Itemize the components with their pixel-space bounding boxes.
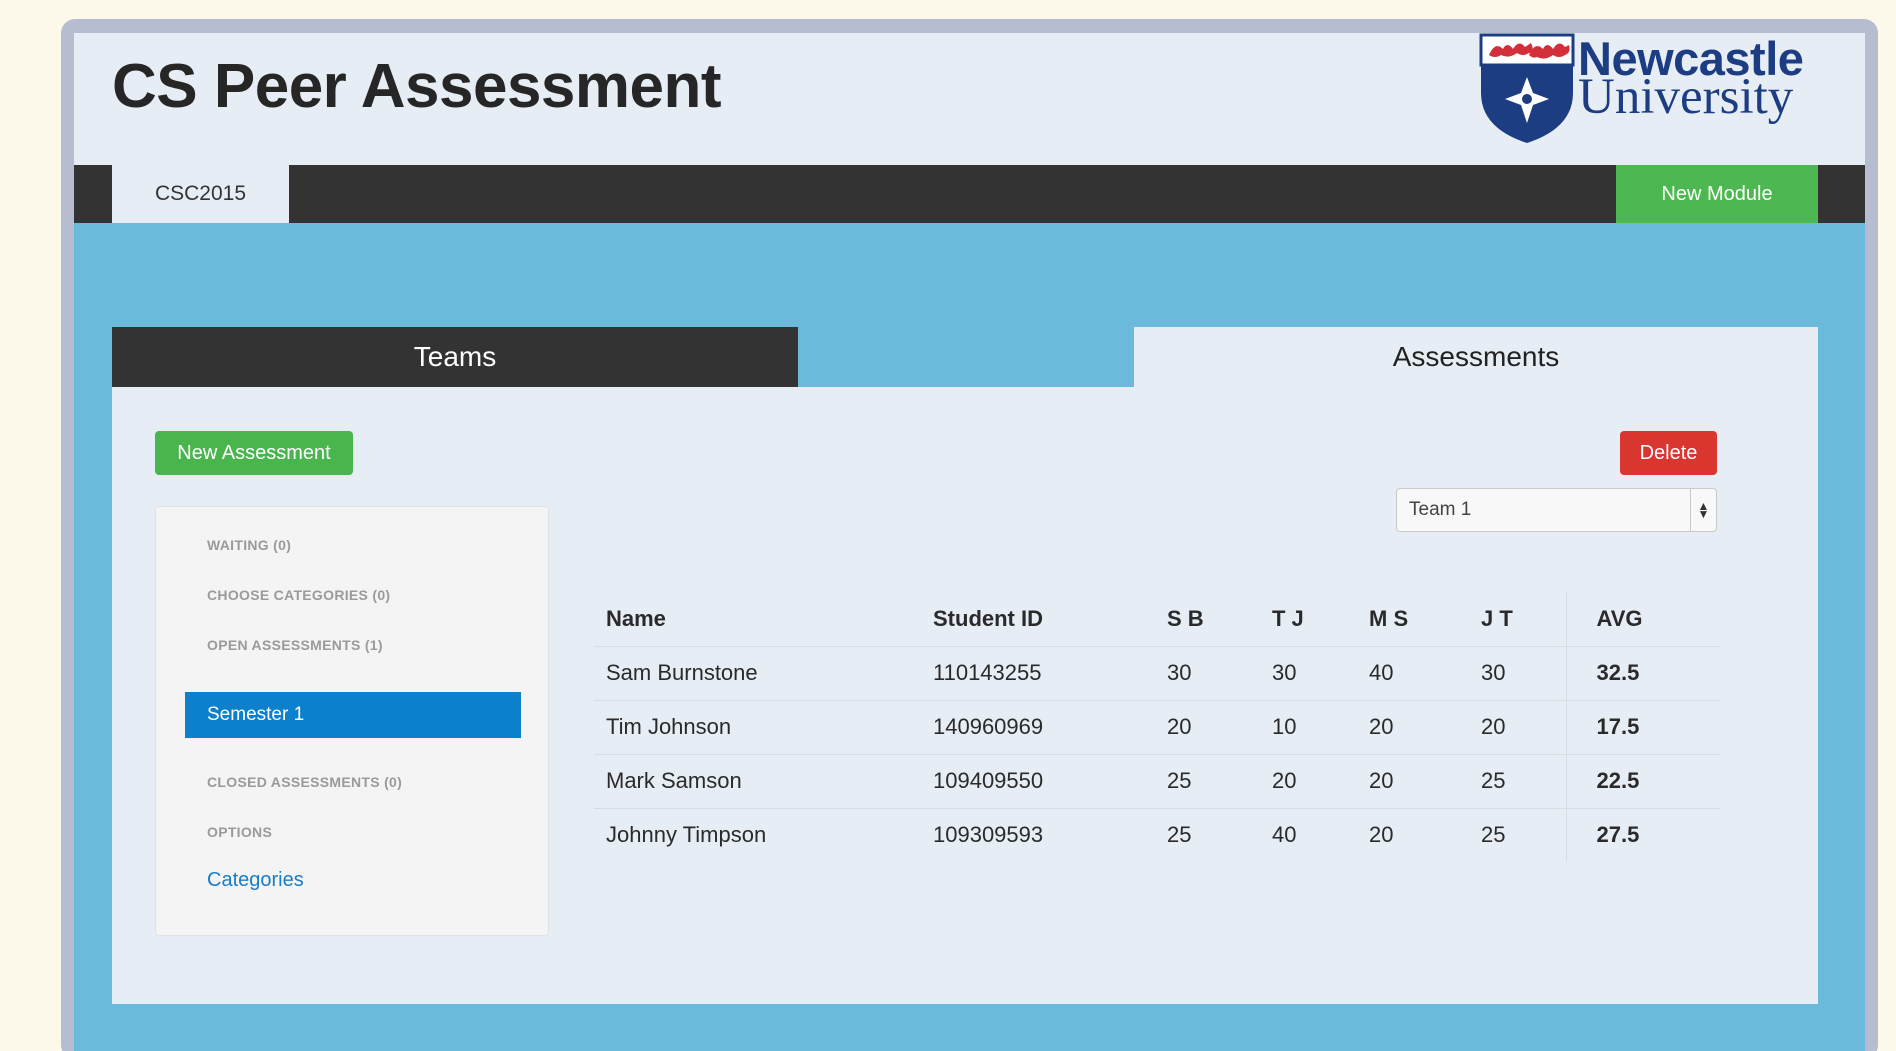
tab-teams[interactable]: Teams — [112, 327, 798, 387]
cell-student-id: 140960969 — [921, 700, 1155, 755]
cell-name: Sam Burnstone — [594, 646, 921, 701]
cell-score: 25 — [1481, 822, 1506, 848]
cell-score: 20 — [1369, 822, 1394, 848]
results-table: Name Student ID S B T J M S J T AVG Sam … — [594, 592, 1720, 862]
column-header-tj: T J — [1260, 592, 1357, 647]
column-header-jt: J T — [1469, 592, 1566, 647]
table-row: Tim Johnson 140960969 20 10 20 20 17.5 — [594, 700, 1720, 755]
cell-score: 25 — [1469, 754, 1566, 809]
sidebar-header-options: OPTIONS — [207, 824, 273, 840]
column-header-ms: M S — [1357, 592, 1469, 647]
cell-score: 30 — [1155, 646, 1260, 701]
cell-avg: 22.5 — [1565, 754, 1720, 809]
sidebar-item-semester-1[interactable]: Semester 1 — [185, 692, 521, 738]
table-row: Johnny Timpson 109309593 25 40 20 25 27.… — [594, 808, 1720, 862]
app-container: CS Peer Assessment Newcastle University … — [74, 32, 1865, 1051]
table-row: Mark Samson 109409550 25 20 20 25 22.5 — [594, 754, 1720, 809]
new-module-button[interactable]: New Module — [1616, 165, 1818, 223]
cell-score: 20 — [1357, 700, 1469, 755]
cell-score: 25 — [1155, 754, 1260, 809]
cell-avg: 17.5 — [1565, 700, 1720, 755]
sidebar-header-open-assessments[interactable]: OPEN ASSESSMENTS (1) — [207, 637, 383, 653]
column-header-name: Name — [594, 592, 921, 647]
tab-assessments[interactable]: Assessments — [1134, 327, 1818, 387]
cell-score: 20 — [1260, 754, 1357, 809]
assessments-panel: New Assessment Delete Team 1 ▲ ▼ WAITING … — [112, 387, 1818, 1004]
column-header-student-id: Student ID — [921, 592, 1155, 647]
logo-text-university: University — [1578, 69, 1794, 125]
sidebar-header-closed-assessments[interactable]: CLOSED ASSESSMENTS (0) — [207, 774, 402, 790]
team-select-value: Team 1 — [1409, 499, 1472, 520]
cell-student-id: 110143255 — [921, 646, 1155, 701]
cell-score: 40 — [1357, 646, 1469, 701]
delete-button[interactable]: Delete — [1620, 431, 1717, 475]
cell-score: 10 — [1260, 700, 1357, 755]
new-assessment-button[interactable]: New Assessment — [155, 431, 353, 475]
cell-score: 30 — [1469, 646, 1566, 701]
page-header: CS Peer Assessment Newcastle University — [74, 32, 1865, 165]
cell-score: 20 — [1469, 700, 1566, 755]
cell-score: 25 — [1167, 822, 1192, 848]
team-select[interactable]: Team 1 ▲ ▼ — [1396, 488, 1717, 532]
assessment-sidebar: WAITING (0) CHOOSE CATEGORIES (0) OPEN A… — [155, 506, 549, 936]
column-header-sb: S B — [1155, 592, 1260, 647]
cell-name: Tim Johnson — [594, 700, 921, 755]
table-row: Sam Burnstone 110143255 30 30 40 30 32.5 — [594, 646, 1720, 701]
sidebar-header-choose-categories[interactable]: CHOOSE CATEGORIES (0) — [207, 587, 390, 603]
app-title: CS Peer Assessment — [112, 52, 722, 121]
cell-student-id: 109309593 — [933, 822, 1044, 848]
cell-avg: 27.5 — [1565, 808, 1720, 862]
categories-link[interactable]: Categories — [207, 869, 304, 892]
shield-icon — [1479, 33, 1575, 143]
sidebar-header-waiting[interactable]: WAITING (0) — [207, 537, 291, 553]
university-logo: Newcastle University — [1477, 32, 1837, 153]
cell-score: 30 — [1260, 646, 1357, 701]
cell-score: 40 — [1272, 822, 1297, 848]
cell-avg: 32.5 — [1565, 646, 1720, 701]
select-arrows-icon: ▲ ▼ — [1690, 489, 1716, 531]
cell-score: 20 — [1357, 754, 1469, 809]
cell-student-id: 109409550 — [921, 754, 1155, 809]
tab-module-csc2015[interactable]: CSC2015 — [112, 165, 289, 223]
cell-name: Johnny Timpson — [606, 822, 767, 848]
module-navbar: CSC2015 New Module — [74, 165, 1865, 223]
cell-score: 20 — [1155, 700, 1260, 755]
table-header-row: Name Student ID S B T J M S J T AVG — [594, 592, 1720, 647]
column-header-avg: AVG — [1565, 592, 1720, 647]
cell-name: Mark Samson — [594, 754, 921, 809]
